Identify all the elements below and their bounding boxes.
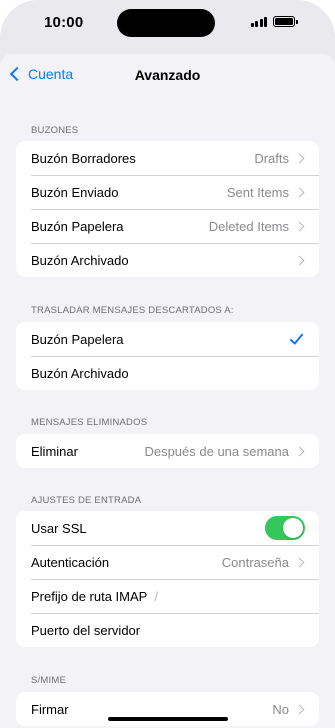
row-buzon-papelera[interactable]: Buzón Papelera Deleted Items xyxy=(16,209,319,243)
group-trasladar: Buzón Papelera Buzón Archivado xyxy=(16,322,319,390)
page-title: Avanzado xyxy=(134,67,201,83)
battery-icon xyxy=(273,16,298,27)
section-header-smime: S/MIME xyxy=(31,675,66,686)
section-header-trasladar: TRASLADAR MENSAJES DESCARTADOS A: xyxy=(31,305,234,316)
row-label: Usar SSL xyxy=(31,520,87,536)
row-value: No xyxy=(272,701,289,717)
row-label: Puerto del servidor xyxy=(31,622,141,638)
group-eliminados: Eliminar Después de una semana xyxy=(16,434,319,468)
navigation-bar: Cuenta Avanzado xyxy=(0,54,335,98)
chevron-right-icon xyxy=(294,255,305,265)
row-label: Buzón Archivado xyxy=(31,252,129,268)
dynamic-island xyxy=(117,9,215,37)
chevron-right-icon xyxy=(294,704,305,714)
group-entrada: Usar SSL Autenticación Contraseña Prefij… xyxy=(16,511,319,647)
row-value: Contraseña xyxy=(221,554,289,570)
row-label: Buzón Papelera xyxy=(31,331,124,347)
row-prefijo-imap[interactable]: Prefijo de ruta IMAP / xyxy=(16,579,319,613)
status-bar: 10:00 xyxy=(0,0,335,46)
row-label: Buzón Archivado xyxy=(31,365,129,381)
chevron-right-icon xyxy=(294,187,305,197)
option-buzon-papelera[interactable]: Buzón Papelera xyxy=(16,322,319,356)
row-puerto-servidor[interactable]: Puerto del servidor xyxy=(16,613,319,647)
row-label: Firmar xyxy=(31,701,69,717)
row-buzon-archivado[interactable]: Buzón Archivado xyxy=(16,243,319,277)
section-header-eliminados: MENSAJES ELIMINADOS xyxy=(31,417,148,428)
settings-sheet: Cuenta Avanzado BUZONES Buzón Borradores… xyxy=(0,54,335,728)
row-usar-ssl: Usar SSL xyxy=(16,511,319,545)
group-buzones: Buzón Borradores Drafts Buzón Enviado Se… xyxy=(16,141,319,277)
option-buzon-archivado[interactable]: Buzón Archivado xyxy=(16,356,319,390)
row-label: Eliminar xyxy=(31,443,78,459)
row-autenticacion[interactable]: Autenticación Contraseña xyxy=(16,545,319,579)
imap-prefix-field[interactable]: / xyxy=(154,589,158,604)
row-value: Sent Items xyxy=(226,184,289,200)
row-value: Después de una semana xyxy=(144,443,289,459)
row-label: Buzón Borradores xyxy=(31,150,136,166)
row-label: Buzón Enviado xyxy=(31,184,119,200)
section-header-entrada: AJUSTES DE ENTRADA xyxy=(31,495,142,506)
section-header-buzones: BUZONES xyxy=(31,125,79,136)
row-buzon-enviado[interactable]: Buzón Enviado Sent Items xyxy=(16,175,319,209)
cellular-signal-icon xyxy=(250,16,267,27)
phone-frame: 10:00 Cuenta Avanzado BUZONES Buzón Borr… xyxy=(0,0,335,728)
checkmark-icon xyxy=(289,330,304,345)
toggle-knob xyxy=(283,518,303,538)
row-label: Autenticación xyxy=(31,554,110,570)
ssl-toggle[interactable] xyxy=(265,516,305,540)
row-eliminar[interactable]: Eliminar Después de una semana xyxy=(16,434,319,468)
status-time: 10:00 xyxy=(44,14,84,31)
screen: 10:00 Cuenta Avanzado BUZONES Buzón Borr… xyxy=(0,0,335,728)
row-value: Deleted Items xyxy=(208,218,289,234)
chevron-right-icon xyxy=(294,221,305,231)
row-label: Prefijo de ruta IMAP xyxy=(31,588,148,604)
status-icons xyxy=(250,16,298,27)
row-label: Buzón Papelera xyxy=(31,218,124,234)
chevron-right-icon xyxy=(294,557,305,567)
home-indicator xyxy=(108,717,228,721)
chevron-right-icon xyxy=(294,153,305,163)
row-value: Drafts xyxy=(254,150,289,166)
chevron-right-icon xyxy=(294,446,305,456)
row-buzon-borradores[interactable]: Buzón Borradores Drafts xyxy=(16,141,319,175)
